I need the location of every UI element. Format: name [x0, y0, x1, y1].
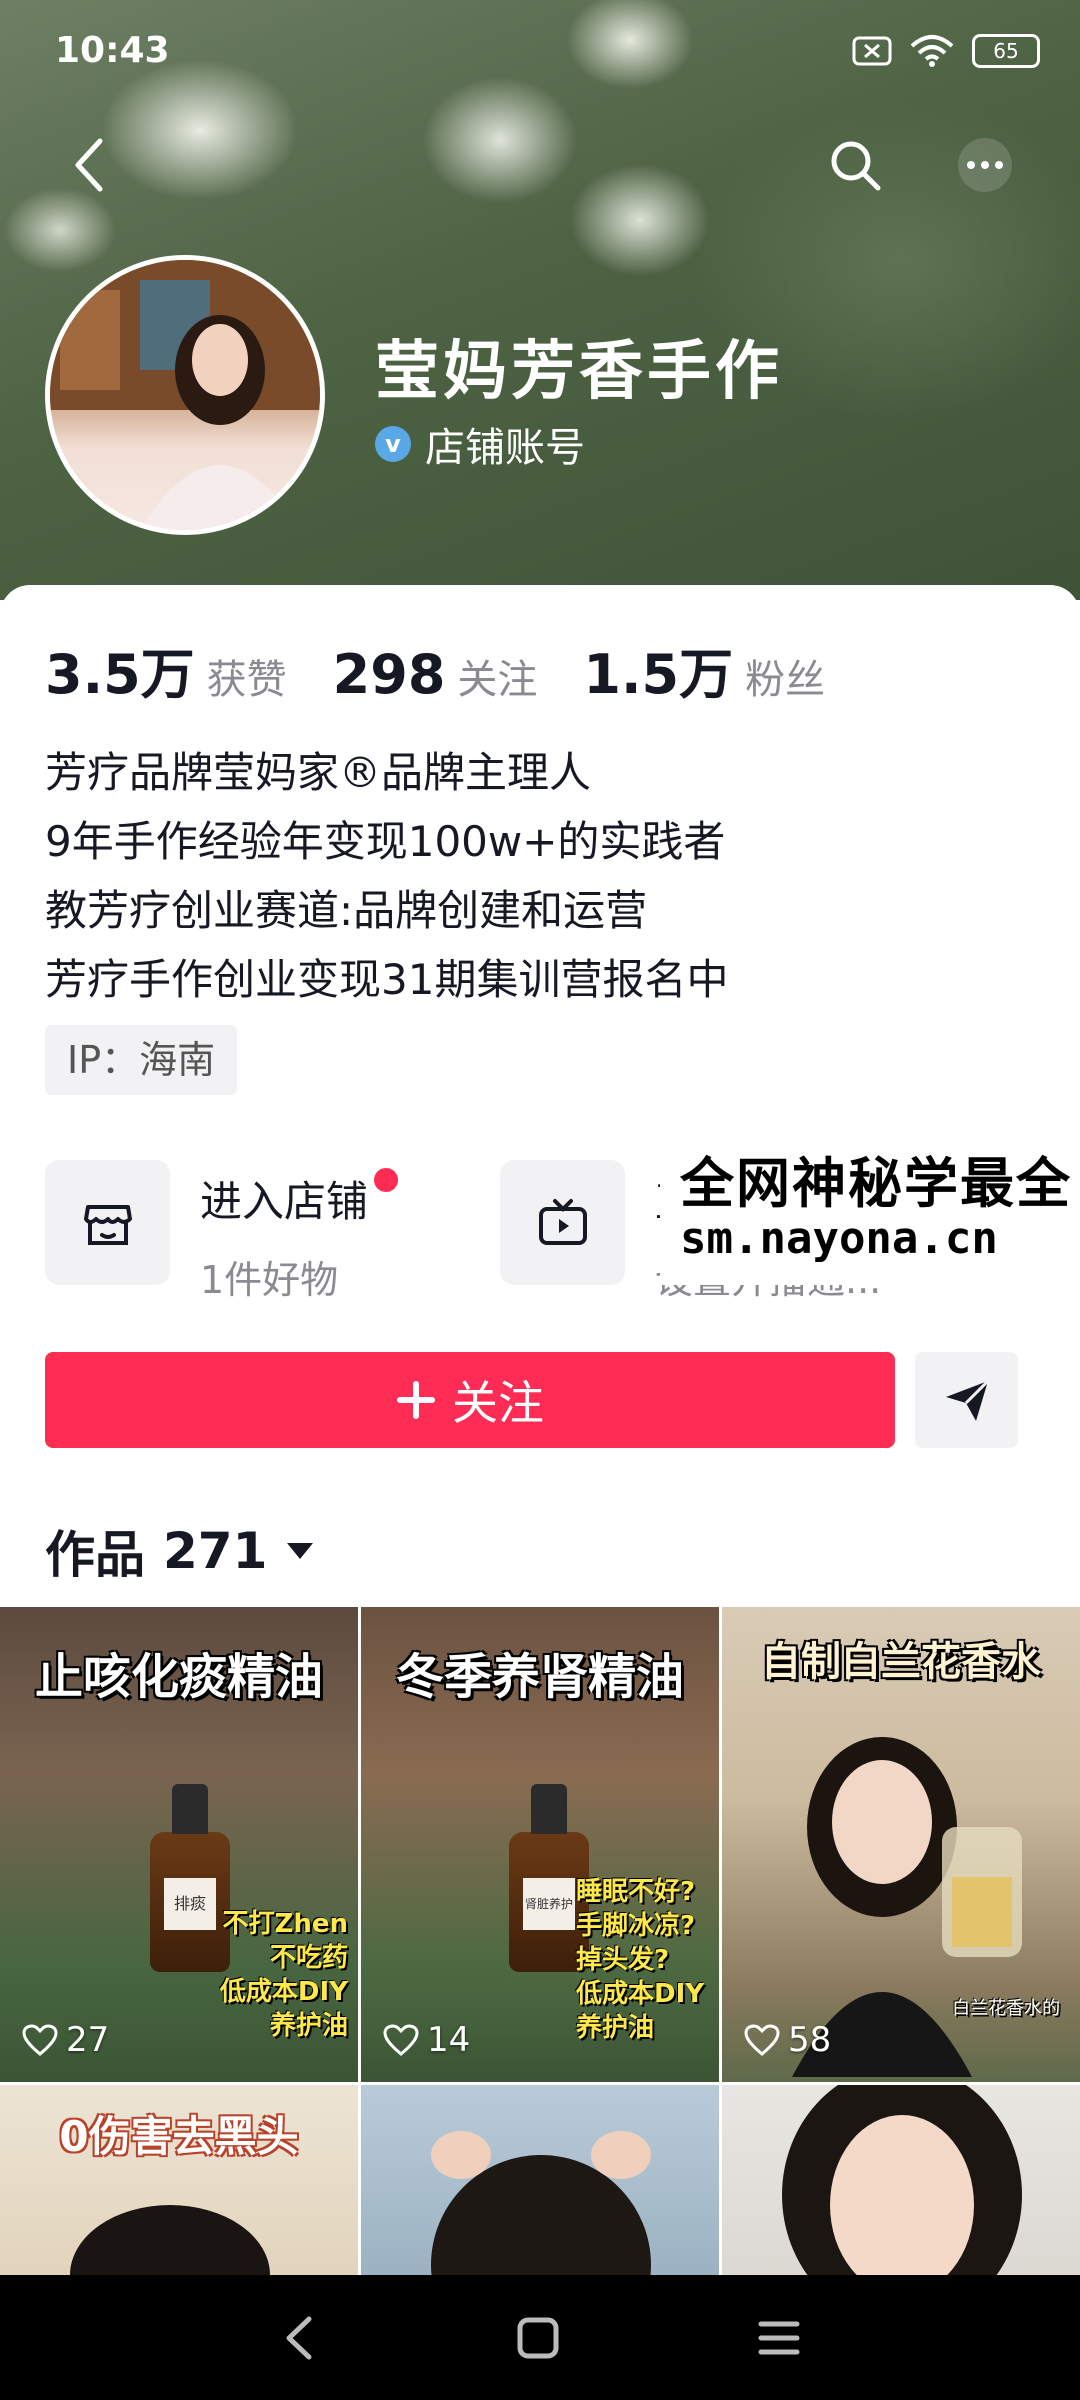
message-button[interactable] [915, 1352, 1018, 1448]
likes-count: 14 [427, 2020, 471, 2060]
video-caption: 不打Zhen 不吃药 低成本DIY养护油 [219, 1909, 348, 2041]
avatar[interactable] [45, 255, 325, 535]
live-icon-box [500, 1160, 625, 1285]
sim-off-icon [852, 36, 892, 66]
nav-menu-icon[interactable] [757, 2318, 801, 2358]
enter-shop-subtitle: 1件好物 [200, 1258, 339, 1302]
likes-count: 58 [788, 2020, 832, 2060]
search-button[interactable] [820, 130, 890, 200]
stat-followers[interactable]: 1.5万 粉丝 [583, 630, 825, 709]
enter-shop-text: 进入店铺 1件好物 [200, 1160, 399, 1304]
likes-count: 27 [66, 2020, 110, 2060]
works-tab[interactable]: 作品 271 [45, 1515, 315, 1587]
tv-icon [538, 1198, 587, 1245]
back-button[interactable] [55, 130, 125, 200]
search-icon [831, 141, 881, 191]
wifi-icon [910, 35, 954, 67]
video-tile[interactable]: 冬季养肾精油 肾脏养护 睡眠不好? 手脚冰凉? 掉头发? 低成本DIY养护油 1… [361, 1607, 719, 2082]
profile-bio: 芳疗品牌莹妈家®品牌主理人 9年手作经验年变现100w+的实践者 教芳疗创业赛道… [45, 738, 728, 1014]
video-tile[interactable]: 止咳化痰精油 排痰 不打Zhen 不吃药 低成本DIY养护油 27 [0, 1607, 358, 2082]
bottle-label: 肾脏养护 [523, 1878, 575, 1930]
stat-value: 1.5万 [583, 643, 734, 706]
more-button[interactable] [950, 130, 1020, 200]
heart-icon [744, 2024, 780, 2056]
watermark-line-2: sm.nayona.cn [680, 1213, 998, 1264]
video-title: 自制白兰花香水 [761, 1639, 1041, 1685]
video-caption: 睡眠不好? 手脚冰凉? 掉头发? 低成本DIY养护油 [576, 1877, 705, 2043]
person-image [782, 2085, 1022, 2275]
video-caption: 白兰花香水的 [952, 1998, 1060, 2019]
enter-shop-label: 进入店铺 [200, 1177, 369, 1226]
video-tile[interactable]: 0伤害去黑头 [0, 2085, 358, 2275]
bio-line: 9年手作经验年变现100w+的实践者 [45, 817, 726, 866]
dropdown-triangle-icon [287, 1543, 314, 1559]
notification-dot [374, 1168, 399, 1192]
works-count: 271 [163, 1522, 268, 1580]
person-image [70, 2205, 270, 2275]
stat-label: 关注 [457, 657, 538, 703]
watermark-overlay: 全网神秘学最全 sm.nayona.cn [660, 1135, 1080, 1285]
avatar-image [50, 260, 320, 530]
video-likes: 58 [744, 2020, 831, 2060]
video-tile[interactable] [722, 2085, 1080, 2275]
verified-icon: v [375, 426, 411, 462]
follow-button[interactable]: 关注 [45, 1352, 895, 1448]
video-likes: 27 [22, 2020, 109, 2060]
enter-shop-title: 进入店铺 [200, 1168, 399, 1229]
account-type-label: 店铺账号 [425, 425, 585, 471]
nav-back-icon[interactable] [279, 2313, 319, 2363]
system-nav-bar [0, 2275, 1080, 2400]
video-title: 0伤害去黑头 [59, 2112, 299, 2161]
bio-line: 芳疗手作创业变现31期集训营报名中 [45, 955, 729, 1004]
video-tile[interactable]: 自制白兰花香水 白兰花香水的 58 [722, 1607, 1080, 2082]
status-bar: 10:43 65 [0, 0, 1080, 100]
more-icon [958, 138, 1012, 192]
bio-line: 芳疗品牌莹妈家®品牌主理人 [45, 748, 592, 797]
stat-following[interactable]: 298 关注 [333, 643, 538, 706]
video-likes: 14 [383, 2020, 470, 2060]
heart-icon [22, 2024, 58, 2056]
plus-icon [397, 1381, 435, 1419]
stat-label: 获赞 [206, 657, 287, 703]
stat-value: 298 [332, 643, 446, 706]
bottle-label: 排痰 [164, 1878, 216, 1930]
follow-label: 关注 [452, 1376, 544, 1430]
watermark-line-1: 全网神秘学最全 [680, 1152, 1072, 1215]
nav-home-icon[interactable] [516, 2316, 560, 2360]
ip-location-tag: IP：海南 [45, 1025, 238, 1095]
profile-name: 莹妈芳香手作 [375, 335, 783, 409]
heart-icon [383, 2024, 419, 2056]
account-type-badge: v 店铺账号 [375, 415, 585, 473]
person-image [431, 2131, 651, 2275]
back-arrow-icon [75, 138, 103, 192]
battery-icon: 65 [972, 34, 1040, 68]
video-tile[interactable] [361, 2085, 719, 2275]
send-icon [945, 1379, 989, 1421]
status-time: 10:43 [55, 30, 170, 71]
stat-label: 粉丝 [745, 657, 826, 703]
enter-shop-entry[interactable]: 进入店铺 1件好物 [45, 1160, 399, 1304]
works-label: 作品 [45, 1526, 145, 1584]
status-icons: 65 [852, 34, 1040, 68]
shop-icon-box [45, 1160, 170, 1285]
shop-icon [83, 1204, 132, 1245]
bio-line: 教芳疗创业赛道:品牌创建和运营 [45, 886, 648, 935]
stat-likes[interactable]: 3.5万 获赞 [45, 630, 287, 709]
video-title: 止咳化痰精油 [34, 1649, 323, 1705]
video-title: 冬季养肾精油 [395, 1649, 684, 1705]
profile-stats: 3.5万 获赞 298 关注 1.5万 粉丝 [45, 630, 871, 709]
stat-value: 3.5万 [45, 643, 195, 706]
